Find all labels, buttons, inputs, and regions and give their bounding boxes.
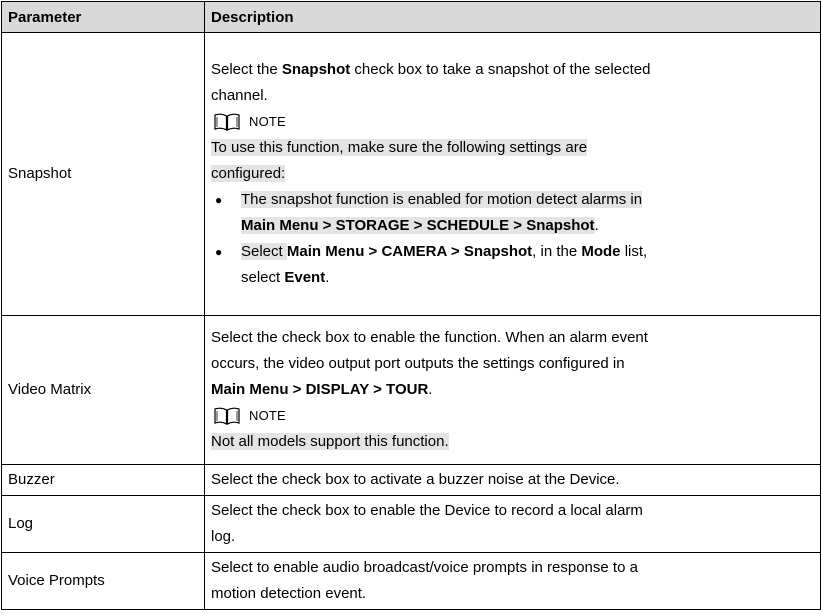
snapshot-intro-line1: Select the Snapshot check box to take a …: [211, 61, 651, 78]
desc-log: Select the check box to enable the Devic…: [204, 495, 821, 553]
parameter-table: Parameter Description Snapshot Select th…: [1, 1, 821, 610]
note-label: NOTE: [249, 408, 286, 423]
param-log: Log: [1, 495, 205, 553]
header-parameter: Parameter: [1, 1, 205, 33]
snapshot-note: NOTE: [211, 109, 814, 135]
bullet-icon: ●: [215, 245, 223, 259]
desc-video-matrix: Select the check box to enable the funct…: [204, 315, 821, 465]
book-icon: [214, 113, 240, 132]
desc-buzzer: Select the check box to activate a buzze…: [204, 464, 821, 496]
snapshot-intro-line2: channel.: [211, 87, 268, 104]
desc-snapshot: Select the Snapshot check box to take a …: [204, 32, 821, 316]
table-row-video-matrix: Video Matrix Select the check box to ena…: [1, 315, 821, 465]
table-row-log: Log Select the check box to enable the D…: [1, 495, 821, 553]
param-snapshot: Snapshot: [1, 32, 205, 316]
list-item: ● Select Main Menu > CAMERA > Snapshot, …: [211, 239, 814, 291]
desc-voice-prompts: Select to enable audio broadcast/voice p…: [204, 552, 821, 610]
video-matrix-note-text: Not all models support this function.: [211, 433, 449, 450]
table-row-snapshot: Snapshot Select the Snapshot check box t…: [1, 32, 821, 316]
note-label: NOTE: [249, 114, 286, 129]
param-voice-prompts: Voice Prompts: [1, 552, 205, 610]
header-description: Description: [204, 1, 821, 33]
book-icon: [214, 407, 240, 426]
header-row: Parameter Description: [1, 1, 821, 33]
bullet-icon: ●: [215, 193, 223, 207]
snapshot-note-text1: To use this function, make sure the foll…: [211, 139, 588, 156]
table-row-voice-prompts: Voice Prompts Select to enable audio bro…: [1, 552, 821, 610]
table-row-buzzer: Buzzer Select the check box to activate …: [1, 464, 821, 496]
list-item: ● The snapshot function is enabled for m…: [211, 187, 814, 239]
param-buzzer: Buzzer: [1, 464, 205, 496]
snapshot-note-text2: configured:: [211, 165, 286, 182]
param-video-matrix: Video Matrix: [1, 315, 205, 465]
video-matrix-note: NOTE: [211, 403, 814, 429]
